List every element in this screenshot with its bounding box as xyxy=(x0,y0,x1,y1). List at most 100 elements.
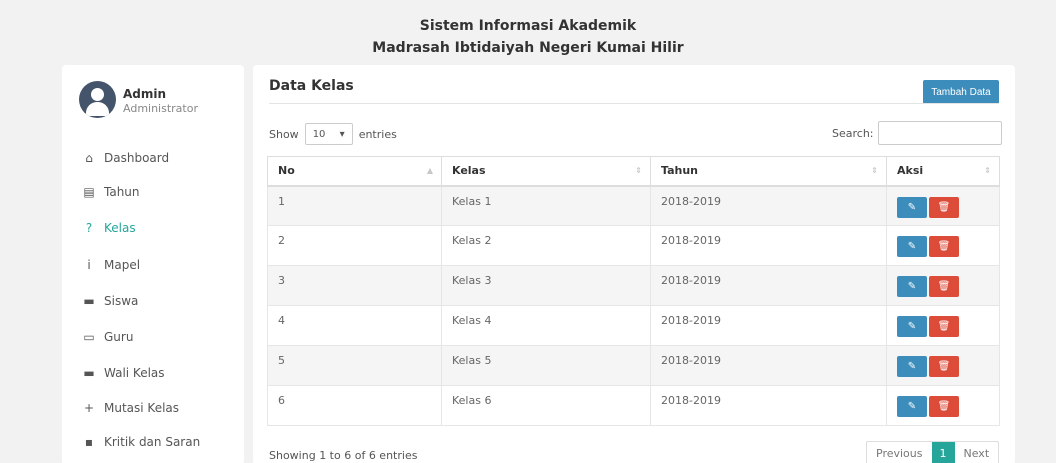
sidebar-item-label: Wali Kelas xyxy=(104,366,165,380)
app-header: Sistem Informasi Akademik Madrasah Ibtid… xyxy=(0,16,1056,59)
school-name: Madrasah Ibtidaiyah Negeri Kumai Hilir xyxy=(372,40,684,56)
page-1-button[interactable]: 1 xyxy=(931,442,955,463)
table-row: 2 Kelas 2 2018-2019 ✎ 🗑 xyxy=(267,225,1000,266)
sidebar-item-siswa[interactable]: ▬ Siswa xyxy=(82,291,138,311)
entries-select[interactable]: 10 ▾ xyxy=(304,123,353,145)
cell-kelas: Kelas 3 xyxy=(441,265,651,306)
sort-icon: ⇕ xyxy=(871,166,878,175)
column-header-kelas[interactable]: Kelas ⇕ xyxy=(441,156,651,187)
sidebar-item-label: Mapel xyxy=(104,258,141,272)
table-header-row: No ▲ Kelas ⇕ Tahun ⇕ Aksi ⇕ xyxy=(267,156,1000,187)
delete-button[interactable]: 🗑 xyxy=(929,356,959,377)
edit-button[interactable]: ✎ xyxy=(897,396,927,417)
table-row: 6 Kelas 6 2018-2019 ✎ 🗑 xyxy=(267,385,1000,426)
pagination: Previous 1 Next xyxy=(866,441,1000,463)
edit-button[interactable]: ✎ xyxy=(897,356,927,377)
info-icon: i xyxy=(87,258,91,272)
main-panel: Data Kelas Tambah Data Show 10 ▾ entries… xyxy=(253,65,1015,463)
page-title: Data Kelas xyxy=(269,78,354,94)
sidebar-item-mutasi-kelas[interactable]: + Mutasi Kelas xyxy=(82,398,179,418)
kelas-table: No ▲ Kelas ⇕ Tahun ⇕ Aksi ⇕ 1 Kelas 1 2018-2… xyxy=(267,156,1000,426)
comment-icon: ▭ xyxy=(83,330,95,344)
cell-no: 1 xyxy=(267,185,442,226)
table-row: 3 Kelas 3 2018-2019 ✎ 🗑 xyxy=(267,265,1000,306)
cell-no: 4 xyxy=(267,305,442,346)
delete-button[interactable]: 🗑 xyxy=(929,196,959,218)
cell-aksi: ✎ 🗑 xyxy=(886,345,1000,386)
chevron-down-icon: ▾ xyxy=(339,128,345,140)
sort-icon: ⇕ xyxy=(635,166,642,175)
cell-aksi: ✎ 🗑 xyxy=(886,225,1000,266)
cell-tahun: 2018-2019 xyxy=(650,305,887,346)
column-header-tahun[interactable]: Tahun ⇕ xyxy=(650,156,887,187)
cell-no: 2 xyxy=(267,225,442,266)
user-head-shape xyxy=(91,88,104,101)
edit-button[interactable]: ✎ xyxy=(897,276,927,297)
delete-button[interactable]: 🗑 xyxy=(929,396,959,417)
cell-kelas: Kelas 4 xyxy=(441,305,651,346)
delete-button[interactable]: 🗑 xyxy=(929,316,959,337)
show-label: Show xyxy=(269,127,299,141)
sidebar-item-guru[interactable]: ▭ Guru xyxy=(82,327,133,347)
sidebar-item-kelas[interactable]: ? Kelas xyxy=(82,218,136,238)
cell-aksi: ✎ 🗑 xyxy=(886,385,1000,426)
question-icon: ? xyxy=(85,221,93,235)
delete-button[interactable]: 🗑 xyxy=(929,276,959,297)
sidebar-item-wali-kelas[interactable]: ▬ Wali Kelas xyxy=(82,363,165,383)
avatar xyxy=(79,81,116,118)
entries-label: entries xyxy=(358,127,397,141)
calendar-icon: ▤ xyxy=(83,185,95,199)
table-row: 4 Kelas 4 2018-2019 ✎ 🗑 xyxy=(267,305,1000,346)
cell-tahun: 2018-2019 xyxy=(650,385,887,426)
cell-no: 5 xyxy=(267,345,442,386)
cell-kelas: Kelas 6 xyxy=(441,385,651,426)
sidebar-item-label: Guru xyxy=(104,330,134,344)
message-icon: ▪ xyxy=(84,435,94,449)
cell-aksi: ✎ 🗑 xyxy=(886,185,1000,226)
app-title: Sistem Informasi Akademik xyxy=(419,18,637,34)
home-icon: ⌂ xyxy=(85,151,93,165)
title-divider xyxy=(269,103,999,104)
column-header-aksi[interactable]: Aksi ⇕ xyxy=(886,156,1000,187)
edit-button[interactable]: ✎ xyxy=(897,196,927,218)
sidebar-item-label: Dashboard xyxy=(104,151,170,165)
user-role: Administrator xyxy=(123,102,198,115)
cell-tahun: 2018-2019 xyxy=(650,345,887,386)
cell-kelas: Kelas 1 xyxy=(441,185,651,226)
sidebar-item-kritik-dan-saran[interactable]: ▪ Kritik dan Saran xyxy=(82,432,200,452)
table-row: 5 Kelas 5 2018-2019 ✎ 🗑 xyxy=(267,345,1000,386)
table-row: 1 Kelas 1 2018-2019 ✎ 🗑 xyxy=(267,185,1000,226)
previous-page-button[interactable]: Previous xyxy=(867,442,932,463)
users-icon: ▬ xyxy=(83,366,95,380)
sidebar-item-tahun[interactable]: ▤ Tahun xyxy=(82,182,140,202)
column-header-no[interactable]: No ▲ xyxy=(267,156,442,187)
sort-icon: ⇕ xyxy=(984,166,991,175)
user-body-shape xyxy=(86,102,109,116)
search-control: Search: xyxy=(832,121,1002,145)
cell-no: 6 xyxy=(267,385,442,426)
cell-tahun: 2018-2019 xyxy=(650,265,887,306)
cell-no: 3 xyxy=(267,265,442,306)
search-input[interactable] xyxy=(877,121,1002,145)
sidebar-item-label: Kritik dan Saran xyxy=(104,435,201,449)
sidebar-item-dashboard[interactable]: ⌂ Dashboard xyxy=(82,148,169,168)
next-page-button[interactable]: Next xyxy=(955,442,999,463)
cell-kelas: Kelas 2 xyxy=(441,225,651,266)
sidebar-item-label: Siswa xyxy=(104,294,139,308)
sidebar-item-mapel[interactable]: i Mapel xyxy=(82,255,140,275)
user-name: Admin xyxy=(123,87,167,101)
entries-select-value: 10 xyxy=(312,128,326,140)
sidebar-item-label: Tahun xyxy=(104,185,140,199)
sort-asc-icon: ▲ xyxy=(426,166,433,175)
plus-icon: + xyxy=(83,401,95,415)
edit-button[interactable]: ✎ xyxy=(897,316,927,337)
cell-aksi: ✎ 🗑 xyxy=(886,265,1000,306)
edit-button[interactable]: ✎ xyxy=(897,236,927,257)
add-data-button[interactable]: Tambah Data xyxy=(923,80,999,104)
sidebar-item-label: Mutasi Kelas xyxy=(104,401,180,415)
entries-length-control: Show 10 ▾ entries xyxy=(269,123,397,145)
cell-tahun: 2018-2019 xyxy=(650,225,887,266)
table-info: Showing 1 to 6 of 6 entries xyxy=(269,449,418,462)
id-card-icon: ▬ xyxy=(83,294,95,308)
delete-button[interactable]: 🗑 xyxy=(929,236,959,257)
